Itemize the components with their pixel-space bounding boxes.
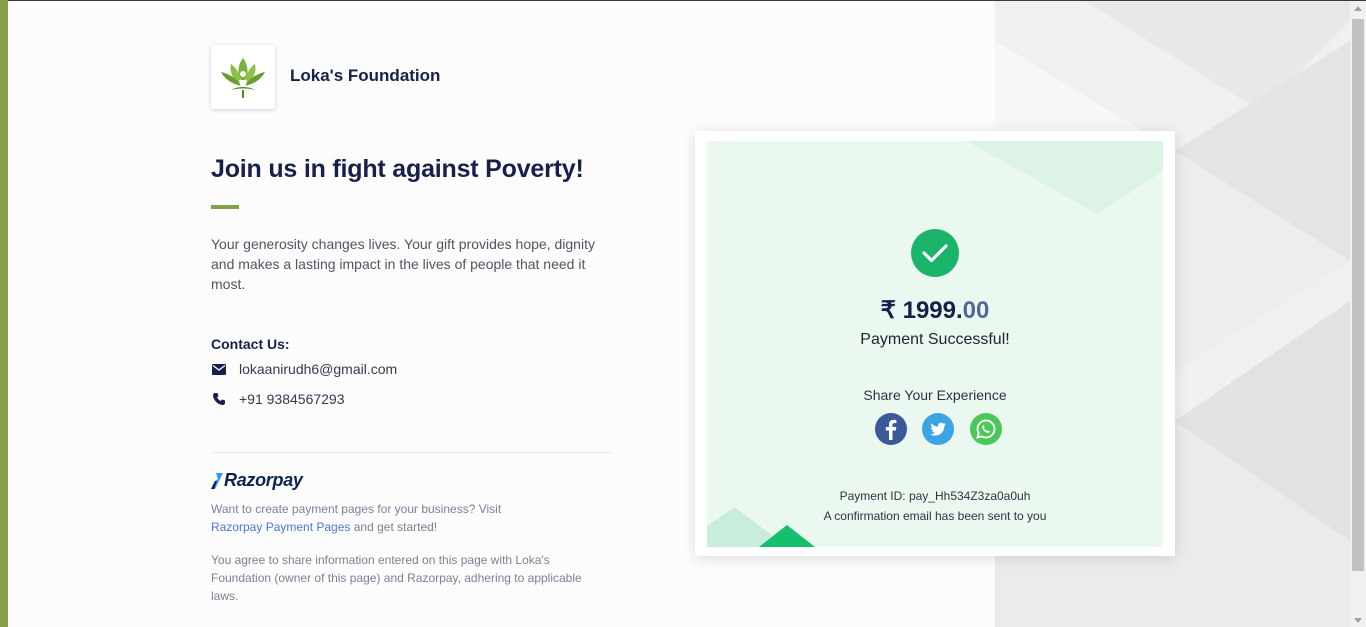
razorpay-mark-icon bbox=[211, 472, 223, 489]
success-check-icon bbox=[911, 229, 959, 277]
facebook-share-button[interactable] bbox=[875, 413, 907, 445]
twitter-share-button[interactable] bbox=[922, 413, 954, 445]
vertical-scrollbar[interactable] bbox=[1350, 1, 1366, 627]
scroll-thumb[interactable] bbox=[1352, 19, 1364, 571]
page-headline: Join us in fight against Poverty! bbox=[211, 155, 584, 183]
twitter-icon bbox=[930, 422, 946, 436]
razorpay-logo: Razorpay bbox=[211, 470, 303, 491]
razorpay-pages-link[interactable]: Razorpay Payment Pages bbox=[211, 520, 350, 534]
contact-email-row[interactable]: lokaanirudh6@gmail.com bbox=[211, 361, 397, 377]
contact-phone-row[interactable]: +91 9384567293 bbox=[211, 391, 345, 407]
razorpay-promo-suffix: and get started! bbox=[350, 520, 438, 534]
scroll-up-arrow-icon[interactable] bbox=[1354, 6, 1362, 11]
payment-id: Payment ID: pay_Hh534Z3za0a0uh bbox=[839, 489, 1031, 503]
currency-symbol: ₹ bbox=[880, 297, 896, 324]
share-title: Share Your Experience bbox=[863, 387, 1007, 403]
contact-phone[interactable]: +91 9384567293 bbox=[239, 391, 345, 407]
brand-logo bbox=[211, 45, 275, 109]
razorpay-wordmark: Razorpay bbox=[224, 470, 303, 490]
razorpay-promo-text: Want to create payment pages for your bu… bbox=[211, 502, 502, 516]
payment-success-card: ₹ 1999.00 Payment Successful! Share Your… bbox=[695, 131, 1175, 556]
headline-accent-bar bbox=[211, 205, 239, 209]
payment-success-panel: ₹ 1999.00 Payment Successful! Share Your… bbox=[707, 141, 1163, 547]
contact-email[interactable]: lokaanirudh6@gmail.com bbox=[239, 361, 397, 377]
left-accent-strip bbox=[0, 0, 8, 627]
amount-decimal: 00 bbox=[962, 297, 990, 324]
page-description: Your generosity changes lives. Your gift… bbox=[211, 236, 595, 292]
contact-title: Contact Us: bbox=[211, 336, 290, 352]
facebook-icon bbox=[885, 419, 897, 440]
payment-amount: ₹ 1999.00 bbox=[707, 296, 1163, 325]
razorpay-disclaimer: You agree to share information entered o… bbox=[211, 553, 582, 603]
lotus-logo-icon bbox=[221, 58, 265, 98]
payment-status: Payment Successful! bbox=[860, 331, 1010, 348]
whatsapp-icon bbox=[976, 419, 996, 439]
razorpay-promo: Want to create payment pages for your bu… bbox=[211, 500, 611, 536]
brand-name: Loka's Foundation bbox=[290, 66, 441, 85]
confirmation-message: A confirmation email has been sent to yo… bbox=[823, 509, 1047, 523]
scroll-down-arrow-icon[interactable] bbox=[1354, 618, 1362, 623]
section-divider bbox=[213, 452, 611, 453]
whatsapp-share-button[interactable] bbox=[970, 413, 1002, 445]
amount-whole: 1999. bbox=[902, 297, 963, 324]
mail-icon bbox=[211, 361, 227, 377]
phone-icon bbox=[211, 391, 227, 407]
